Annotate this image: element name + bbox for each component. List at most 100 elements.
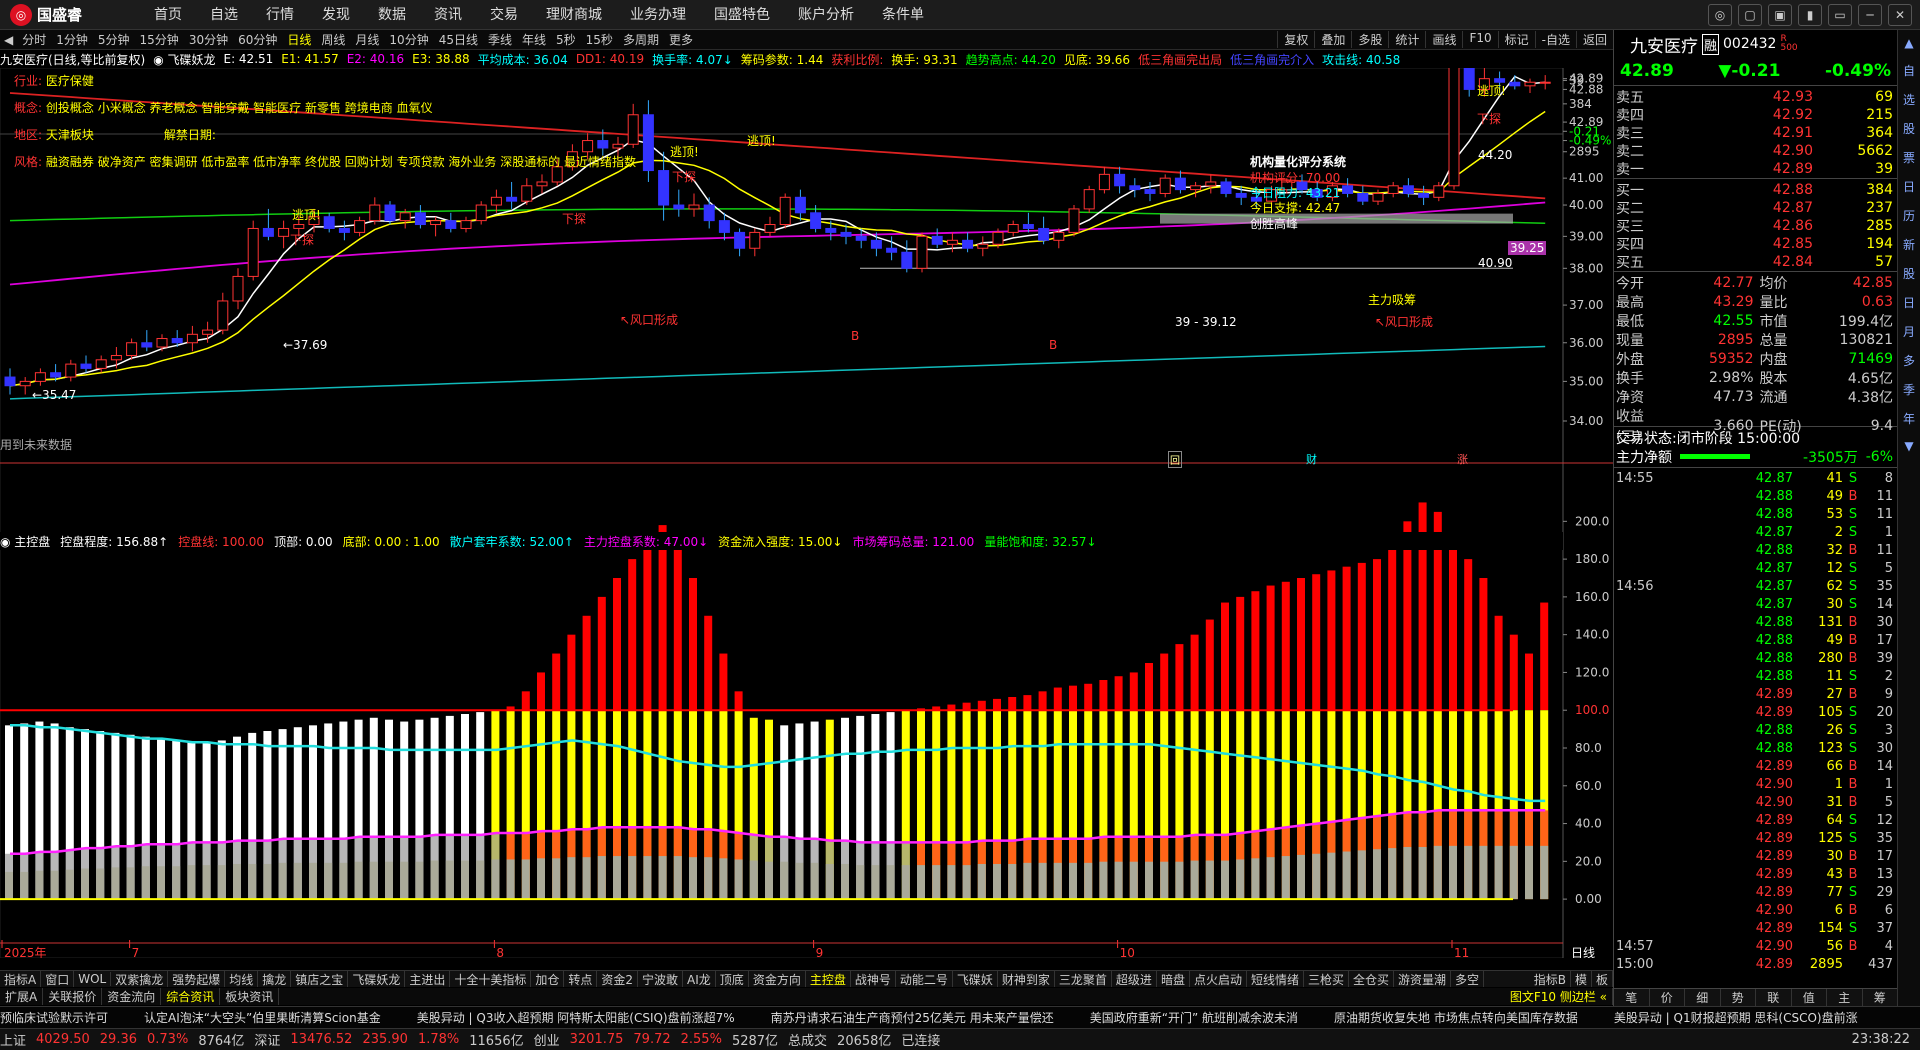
side-panel-toggle[interactable]: 图文F10 侧边栏 « bbox=[1505, 988, 1613, 1005]
ask-row[interactable]: 卖三 42.91 364 bbox=[1614, 123, 1897, 142]
menu-item-9[interactable]: 国盛特色 bbox=[700, 0, 784, 30]
period-tool-2[interactable]: 多股 bbox=[1351, 31, 1388, 48]
period-tab-11[interactable]: 季线 bbox=[483, 31, 517, 48]
sidebar-item-9[interactable]: 日 bbox=[1900, 294, 1918, 311]
period-tool-3[interactable]: 统计 bbox=[1388, 31, 1425, 48]
news-item-5[interactable]: 原油期货收复失地 市场焦点转向美国库存数据 bbox=[1334, 1009, 1578, 1026]
period-tab-6[interactable]: 日线 bbox=[282, 31, 316, 48]
period-tab-10[interactable]: 45日线 bbox=[434, 31, 483, 48]
period-tool-1[interactable]: 叠加 bbox=[1314, 31, 1351, 48]
indicator-tab-16[interactable]: 顶底 bbox=[716, 971, 749, 987]
news-item-2[interactable]: 美股异动 | Q3收入超预期 阿特斯太阳能(CSIQ)盘前涨超7% bbox=[417, 1009, 735, 1026]
bid-row[interactable]: 买三 42.86 285 bbox=[1614, 216, 1897, 235]
indicator-tab-7[interactable]: 镇店之宝 bbox=[291, 971, 349, 987]
period-tab-0[interactable]: 分时 bbox=[17, 31, 51, 48]
indicator-tab-29[interactable]: 全仓买 bbox=[1349, 971, 1395, 987]
menu-item-2[interactable]: 行情 bbox=[252, 0, 308, 30]
news-item-3[interactable]: 南苏丹请求石油生产商预付25亿美元 用未来产量偿还 bbox=[771, 1009, 1054, 1026]
sidebar-item-0[interactable]: ▲ bbox=[1900, 36, 1918, 50]
sidebar-item-1[interactable]: 自 bbox=[1900, 62, 1918, 79]
event-zhang-icon[interactable]: 涨 bbox=[1457, 451, 1468, 467]
indicator-tab-24[interactable]: 超级进 bbox=[1112, 971, 1157, 987]
info-tab-4[interactable]: 板块资讯 bbox=[220, 988, 280, 1005]
indicator-tab-6[interactable]: 擒龙 bbox=[258, 971, 292, 987]
period-tab-3[interactable]: 15分钟 bbox=[135, 31, 184, 48]
indicator-tab-15[interactable]: AI龙 bbox=[683, 971, 716, 987]
indicator-tab-8[interactable]: 飞碟妖龙 bbox=[348, 971, 406, 987]
sidebar-item-10[interactable]: 月 bbox=[1900, 323, 1918, 340]
indicator-tab-3[interactable]: 双紫擒龙 bbox=[111, 971, 169, 987]
indicator-tab-26[interactable]: 点火启动 bbox=[1190, 971, 1247, 987]
indicator-tab-30[interactable]: 游资量潮 bbox=[1394, 971, 1452, 987]
period-tool-5[interactable]: F10 bbox=[1462, 31, 1497, 48]
indicator-tab-23[interactable]: 三龙聚首 bbox=[1055, 971, 1112, 987]
indicator-tab-21[interactable]: 飞碟妖 bbox=[953, 971, 998, 987]
bid-row[interactable]: 买四 42.85 194 bbox=[1614, 234, 1897, 253]
indicator-tab-right-1[interactable]: 模 bbox=[1571, 971, 1592, 987]
sidebar-item-5[interactable]: 日 bbox=[1900, 178, 1918, 195]
indicator-tab-0[interactable]: 指标A bbox=[0, 971, 42, 987]
window-button-6[interactable]: ✕ bbox=[1888, 3, 1912, 26]
indicator-tab-13[interactable]: 资金2 bbox=[597, 971, 639, 987]
info-tab-0[interactable]: 扩展A bbox=[0, 988, 44, 1005]
period-tab-7[interactable]: 周线 bbox=[316, 31, 350, 48]
quote-tab-6[interactable]: 主 bbox=[1827, 989, 1863, 1006]
quote-tab-1[interactable]: 价 bbox=[1650, 989, 1685, 1006]
menu-item-7[interactable]: 理财商城 bbox=[532, 0, 616, 30]
window-button-2[interactable]: ▣ bbox=[1768, 3, 1792, 26]
menu-item-8[interactable]: 业务办理 bbox=[616, 0, 700, 30]
news-item-4[interactable]: 美国政府重新“开门” 航班削减余波未消 bbox=[1090, 1009, 1298, 1026]
indicator-tab-18[interactable]: 主控盘 bbox=[806, 971, 851, 987]
news-item-6[interactable]: 美股异动 | Q1财报超预期 思科(CSCO)盘前涨 bbox=[1614, 1009, 1858, 1026]
period-tab-16[interactable]: 更多 bbox=[664, 31, 698, 48]
period-tab-13[interactable]: 5秒 bbox=[551, 31, 581, 48]
indicator-tab-28[interactable]: 三枪买 bbox=[1304, 971, 1349, 987]
indicator-tab-20[interactable]: 动能二号 bbox=[896, 971, 953, 987]
menu-item-0[interactable]: 首页 bbox=[140, 0, 196, 30]
quote-tab-3[interactable]: 势 bbox=[1721, 989, 1756, 1006]
sidebar-item-7[interactable]: 新 bbox=[1900, 236, 1918, 253]
news-item-1[interactable]: 认定AI泡沫“大空头”伯里果断清算Scion基金 bbox=[144, 1009, 381, 1026]
sidebar-item-13[interactable]: 年 bbox=[1900, 410, 1918, 427]
menu-item-5[interactable]: 资讯 bbox=[420, 0, 476, 30]
ask-row[interactable]: 卖一 42.89 39 bbox=[1614, 159, 1897, 178]
indicator-tab-right-0[interactable]: 指标B bbox=[1530, 971, 1571, 987]
indicator-tab-5[interactable]: 均线 bbox=[225, 971, 259, 987]
sidebar-item-2[interactable]: 选 bbox=[1900, 91, 1918, 108]
quote-tab-4[interactable]: 联 bbox=[1756, 989, 1792, 1006]
indicator-tab-9[interactable]: 主进出 bbox=[405, 971, 451, 987]
period-tab-12[interactable]: 年线 bbox=[517, 31, 551, 48]
sidebar-item-12[interactable]: 季 bbox=[1900, 381, 1918, 398]
period-tab-5[interactable]: 60分钟 bbox=[233, 31, 282, 48]
period-tool-0[interactable]: 复权 bbox=[1277, 31, 1314, 48]
info-tab-3[interactable]: 综合资讯 bbox=[161, 988, 221, 1005]
info-tab-1[interactable]: 关联报价 bbox=[43, 988, 103, 1005]
menu-item-11[interactable]: 条件单 bbox=[868, 0, 938, 30]
indicator-tab-10[interactable]: 十全十美指标 bbox=[450, 971, 532, 987]
menu-item-3[interactable]: 发现 bbox=[308, 0, 364, 30]
window-button-4[interactable]: ▭ bbox=[1828, 3, 1852, 26]
event-hui-icon[interactable]: 回 bbox=[1168, 451, 1182, 468]
quote-tab-2[interactable]: 细 bbox=[1685, 989, 1721, 1006]
indicator-tab-12[interactable]: 转点 bbox=[564, 971, 598, 987]
indicator-tab-19[interactable]: 战神号 bbox=[851, 971, 896, 987]
menu-item-10[interactable]: 账户分析 bbox=[784, 0, 868, 30]
menu-item-1[interactable]: 自选 bbox=[196, 0, 252, 30]
sidebar-item-11[interactable]: 多 bbox=[1900, 352, 1918, 369]
chart-area[interactable]: 42.89 39 42.88 384 42.89 -0.21 -0.49% 2895 41.00… bbox=[0, 68, 1613, 958]
bid-row[interactable]: 买二 42.87 237 bbox=[1614, 198, 1897, 217]
period-tab-14[interactable]: 15秒 bbox=[581, 31, 618, 48]
indicator-tab-4[interactable]: 强势起爆 bbox=[168, 971, 226, 987]
period-tab-4[interactable]: 30分钟 bbox=[184, 31, 233, 48]
indicator-tab-25[interactable]: 暗盘 bbox=[1157, 971, 1190, 987]
indicator-tab-22[interactable]: 财神到家 bbox=[998, 971, 1055, 987]
window-button-3[interactable]: ▮ bbox=[1798, 3, 1822, 26]
quote-tab-5[interactable]: 值 bbox=[1792, 989, 1827, 1006]
window-button-1[interactable]: ▢ bbox=[1738, 3, 1762, 26]
news-item-0[interactable]: 预临床试验默示许可 bbox=[0, 1009, 108, 1026]
period-tab-9[interactable]: 10分钟 bbox=[384, 31, 433, 48]
period-tab-8[interactable]: 月线 bbox=[350, 31, 384, 48]
sidebar-item-8[interactable]: 股 bbox=[1900, 265, 1918, 282]
period-tool-8[interactable]: 返回 bbox=[1575, 31, 1613, 48]
window-button-0[interactable]: ◎ bbox=[1708, 3, 1732, 26]
